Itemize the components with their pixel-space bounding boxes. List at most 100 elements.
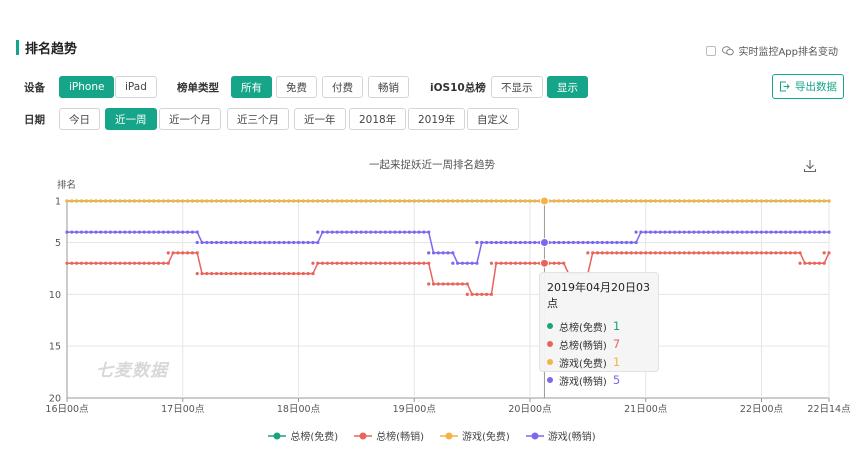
data-point bbox=[615, 240, 619, 245]
data-point bbox=[730, 230, 735, 234]
data-point bbox=[562, 240, 566, 245]
data-point bbox=[484, 199, 489, 203]
data-point bbox=[417, 261, 421, 265]
data-point bbox=[374, 199, 378, 203]
data-point bbox=[113, 199, 117, 203]
data-point bbox=[137, 199, 141, 203]
data-point bbox=[812, 261, 817, 265]
legend-item[interactable]: 游戏(畅销) bbox=[525, 428, 596, 443]
data-point bbox=[740, 199, 744, 203]
data-point bbox=[644, 251, 648, 255]
data-point bbox=[489, 292, 494, 296]
data-point bbox=[615, 199, 619, 203]
data-point bbox=[783, 199, 788, 203]
data-point bbox=[412, 261, 416, 265]
data-point bbox=[533, 261, 537, 265]
data-point bbox=[137, 230, 141, 234]
data-point bbox=[378, 199, 383, 203]
rank-trend-chart[interactable]: 排名1510152016日00点 17日00点 18日00点 19日00点 20日00点… bbox=[0, 0, 864, 460]
data-point bbox=[518, 199, 522, 203]
tooltip-series-name: 游戏(畅销) bbox=[559, 376, 607, 388]
data-point bbox=[166, 251, 170, 255]
data-point bbox=[99, 199, 103, 203]
data-point bbox=[349, 261, 354, 265]
data-point bbox=[354, 261, 358, 265]
data-point bbox=[600, 251, 604, 255]
data-point bbox=[518, 240, 522, 245]
data-point bbox=[398, 199, 402, 203]
data-point bbox=[132, 261, 137, 265]
data-point bbox=[84, 199, 88, 203]
x-tick-label: 21日00点 bbox=[624, 404, 668, 415]
data-point bbox=[456, 282, 460, 286]
data-point bbox=[210, 199, 214, 203]
data-point bbox=[759, 251, 764, 255]
data-point bbox=[224, 240, 228, 245]
data-point bbox=[214, 240, 219, 245]
data-point bbox=[113, 261, 117, 265]
data-point bbox=[161, 230, 166, 234]
data-point bbox=[219, 240, 223, 245]
data-point bbox=[267, 240, 272, 245]
data-point bbox=[822, 261, 826, 265]
tooltip-dot bbox=[547, 341, 553, 347]
data-point bbox=[798, 261, 802, 265]
data-point bbox=[586, 199, 590, 203]
data-point bbox=[702, 199, 706, 203]
data-point bbox=[142, 199, 146, 203]
data-point bbox=[195, 230, 199, 234]
tooltip-value: 1 bbox=[612, 319, 621, 333]
data-point bbox=[354, 230, 358, 234]
data-point bbox=[190, 251, 194, 255]
data-point bbox=[629, 240, 633, 245]
legend-item[interactable]: 总榜(免费) bbox=[268, 428, 338, 443]
data-point bbox=[460, 261, 465, 265]
data-point bbox=[229, 199, 233, 203]
data-point bbox=[287, 240, 291, 245]
data-point bbox=[393, 199, 397, 203]
chart-legend: 总榜(免费) 总榜(畅销) 游戏(免费) 游戏(畅销) bbox=[0, 428, 864, 443]
data-point bbox=[359, 199, 363, 203]
data-point bbox=[774, 199, 778, 203]
data-point bbox=[600, 199, 604, 203]
data-point bbox=[591, 199, 595, 203]
data-point bbox=[316, 261, 320, 265]
data-point bbox=[711, 230, 715, 234]
data-point bbox=[726, 230, 730, 234]
data-point bbox=[504, 261, 508, 265]
data-point bbox=[99, 261, 103, 265]
data-point bbox=[325, 199, 330, 203]
data-point bbox=[677, 199, 682, 203]
legend-item[interactable]: 总榜(畅销) bbox=[354, 428, 424, 443]
data-point bbox=[499, 240, 503, 245]
data-point bbox=[658, 199, 662, 203]
data-point bbox=[157, 199, 161, 203]
data-point bbox=[398, 261, 402, 265]
legend-label: 总榜(畅销) bbox=[376, 432, 424, 443]
data-point bbox=[79, 199, 84, 203]
data-point bbox=[629, 251, 633, 255]
data-point bbox=[234, 271, 238, 276]
data-point bbox=[369, 261, 373, 265]
tooltip-dot bbox=[547, 323, 553, 329]
data-point bbox=[552, 240, 556, 245]
data-point bbox=[562, 199, 566, 203]
data-point bbox=[624, 199, 629, 203]
data-point bbox=[219, 271, 223, 276]
data-point bbox=[465, 199, 469, 203]
data-point bbox=[788, 199, 793, 203]
data-point bbox=[687, 199, 691, 203]
tooltip-row: 游戏(畅销) 5 bbox=[547, 371, 658, 389]
data-point bbox=[552, 261, 556, 265]
legend-item[interactable]: 游戏(免费) bbox=[440, 428, 510, 443]
data-point bbox=[533, 199, 537, 203]
data-point bbox=[118, 199, 122, 203]
data-point bbox=[735, 230, 739, 234]
data-point bbox=[417, 199, 421, 203]
data-point bbox=[75, 199, 79, 203]
data-point bbox=[171, 230, 175, 234]
data-point bbox=[735, 251, 739, 255]
legend-label: 游戏(畅销) bbox=[547, 432, 596, 443]
data-point bbox=[417, 230, 421, 234]
data-point bbox=[668, 199, 672, 203]
